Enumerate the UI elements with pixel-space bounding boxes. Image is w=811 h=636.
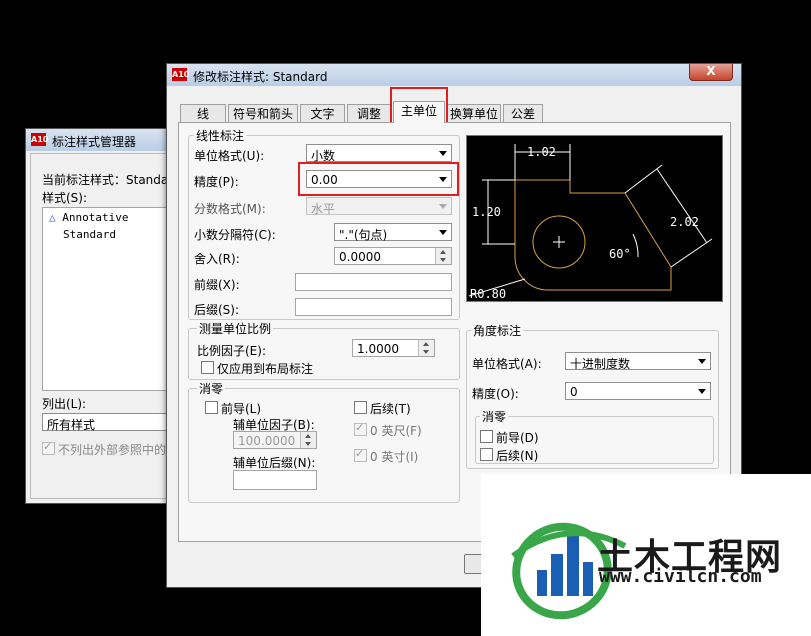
unit-format-select[interactable]: 小数 <box>306 144 452 163</box>
annotative-icon: △ <box>49 211 56 224</box>
dim-angle-label: 60° <box>609 247 631 261</box>
exclude-xref-label: 不列出外部参照中的 <box>58 443 167 457</box>
spinner-arrows-icon[interactable] <box>418 340 434 356</box>
preview-drawing: 1.02 1.20 2.02 60° R0.80 <box>468 144 713 301</box>
sub-units-factor-input[interactable]: 100.0000 <box>233 431 317 449</box>
chevron-down-icon <box>698 389 706 394</box>
zero-feet-label: 0 英尺(F) <box>370 424 422 438</box>
zero-inches-label: 0 英寸(I) <box>370 450 419 464</box>
trailing-zero-label: 后续(T) <box>370 402 411 416</box>
layout-only-label: 仅应用到布局标注 <box>217 362 314 376</box>
prefix-input[interactable] <box>295 273 452 291</box>
exclude-xref-checkbox[interactable] <box>42 440 55 455</box>
zero-suppression-title: 消零 <box>197 380 226 397</box>
watermark-logo: 土木工程网 www.civilcn.com <box>481 474 811 636</box>
close-button[interactable]: X <box>689 64 733 81</box>
brand-url: www.civilcn.com <box>599 566 762 587</box>
decimal-separator-label: 小数分隔符(C): <box>194 228 276 242</box>
angular-zero-suppression-title: 消零 <box>480 408 509 425</box>
list-item[interactable]: △ Annotative <box>49 211 128 224</box>
angular-trailing-label: 后续(N) <box>496 449 539 463</box>
dialog-title: 修改标注样式: Standard <box>193 70 328 84</box>
angular-dimensions-title: 角度标注 <box>471 322 524 339</box>
chevron-down-icon <box>439 230 447 235</box>
decimal-separator-select[interactable]: "."(句点) <box>334 223 452 242</box>
styles-label: 样式(S): <box>42 191 88 205</box>
tab-fit[interactable]: 调整 <box>347 104 391 123</box>
tab-alternate-units[interactable]: 换算单位 <box>447 104 501 123</box>
list-item[interactable]: Standard <box>63 228 116 241</box>
angular-unit-format-label: 单位格式(A): <box>472 357 542 371</box>
dim-radius-label: R0.80 <box>470 287 506 301</box>
angular-unit-format-select[interactable]: 十进制度数 <box>565 352 711 371</box>
angular-precision-select[interactable]: 0 <box>565 382 711 400</box>
dimension-preview: 1.02 1.20 2.02 60° R0.80 <box>466 135 723 302</box>
dim-left-label: 1.20 <box>472 205 501 219</box>
measurement-scale-title: 测量单位比例 <box>197 320 274 337</box>
suffix-input[interactable] <box>295 298 452 316</box>
tab-text[interactable]: 文字 <box>300 104 345 123</box>
current-style-label: 当前标注样式：Standa <box>42 173 169 187</box>
leading-zero-checkbox[interactable] <box>205 401 218 414</box>
precision-label: 精度(P): <box>194 175 239 189</box>
dim-top-label: 1.02 <box>527 145 556 159</box>
trailing-zero-checkbox[interactable] <box>354 401 367 414</box>
fraction-format-label: 分数格式(M): <box>194 202 266 216</box>
suffix-label: 后缀(S): <box>194 303 240 317</box>
tab-symbols-arrows[interactable]: 符号和箭头 <box>228 104 298 123</box>
dim-right-label: 2.02 <box>670 215 699 229</box>
tab-primary-units[interactable]: 主单位 <box>393 101 445 123</box>
chevron-down-icon <box>698 359 706 364</box>
precision-highlight <box>298 162 459 196</box>
autocad-app-icon: A10 <box>31 133 49 146</box>
manager-title: 标注样式管理器 <box>52 135 137 149</box>
list-label: 列出(L): <box>42 397 87 411</box>
dialog-titlebar: A10 修改标注样式: Standard X <box>167 64 741 86</box>
layout-only-checkbox[interactable] <box>201 361 214 374</box>
tab-tolerances[interactable]: 公差 <box>503 104 543 123</box>
angular-trailing-checkbox[interactable] <box>480 448 493 461</box>
zero-feet-checkbox[interactable] <box>354 421 367 436</box>
spinner-arrows-icon[interactable] <box>435 248 451 264</box>
angular-precision-label: 精度(O): <box>472 387 519 401</box>
autocad-app-icon: A10 <box>172 68 190 81</box>
spinner-arrows-icon[interactable] <box>300 432 316 448</box>
unit-format-label: 单位格式(U): <box>194 149 265 163</box>
tab-lines[interactable]: 线 <box>180 104 226 123</box>
chevron-down-icon <box>439 151 447 156</box>
prefix-label: 前缀(X): <box>194 278 240 292</box>
angular-leading-checkbox[interactable] <box>480 430 493 443</box>
preview-part-outline <box>514 179 672 291</box>
fraction-format-select[interactable]: 水平 <box>306 197 452 216</box>
leading-zero-label: 前导(L) <box>221 402 262 416</box>
round-off-label: 舍入(R): <box>194 252 240 266</box>
zero-inches-checkbox[interactable] <box>354 447 367 462</box>
chevron-down-icon <box>439 204 447 209</box>
scale-factor-input[interactable]: 1.0000 <box>352 339 435 357</box>
scale-factor-label: 比例因子(E): <box>197 344 266 358</box>
angular-leading-label: 前导(D) <box>496 431 539 445</box>
sub-units-suffix-label: 辅单位后缀(N): <box>233 456 316 470</box>
round-off-input[interactable]: 0.0000 <box>334 247 452 265</box>
linear-dimensions-title: 线性标注 <box>194 127 247 144</box>
sub-units-suffix-input[interactable] <box>233 470 317 490</box>
